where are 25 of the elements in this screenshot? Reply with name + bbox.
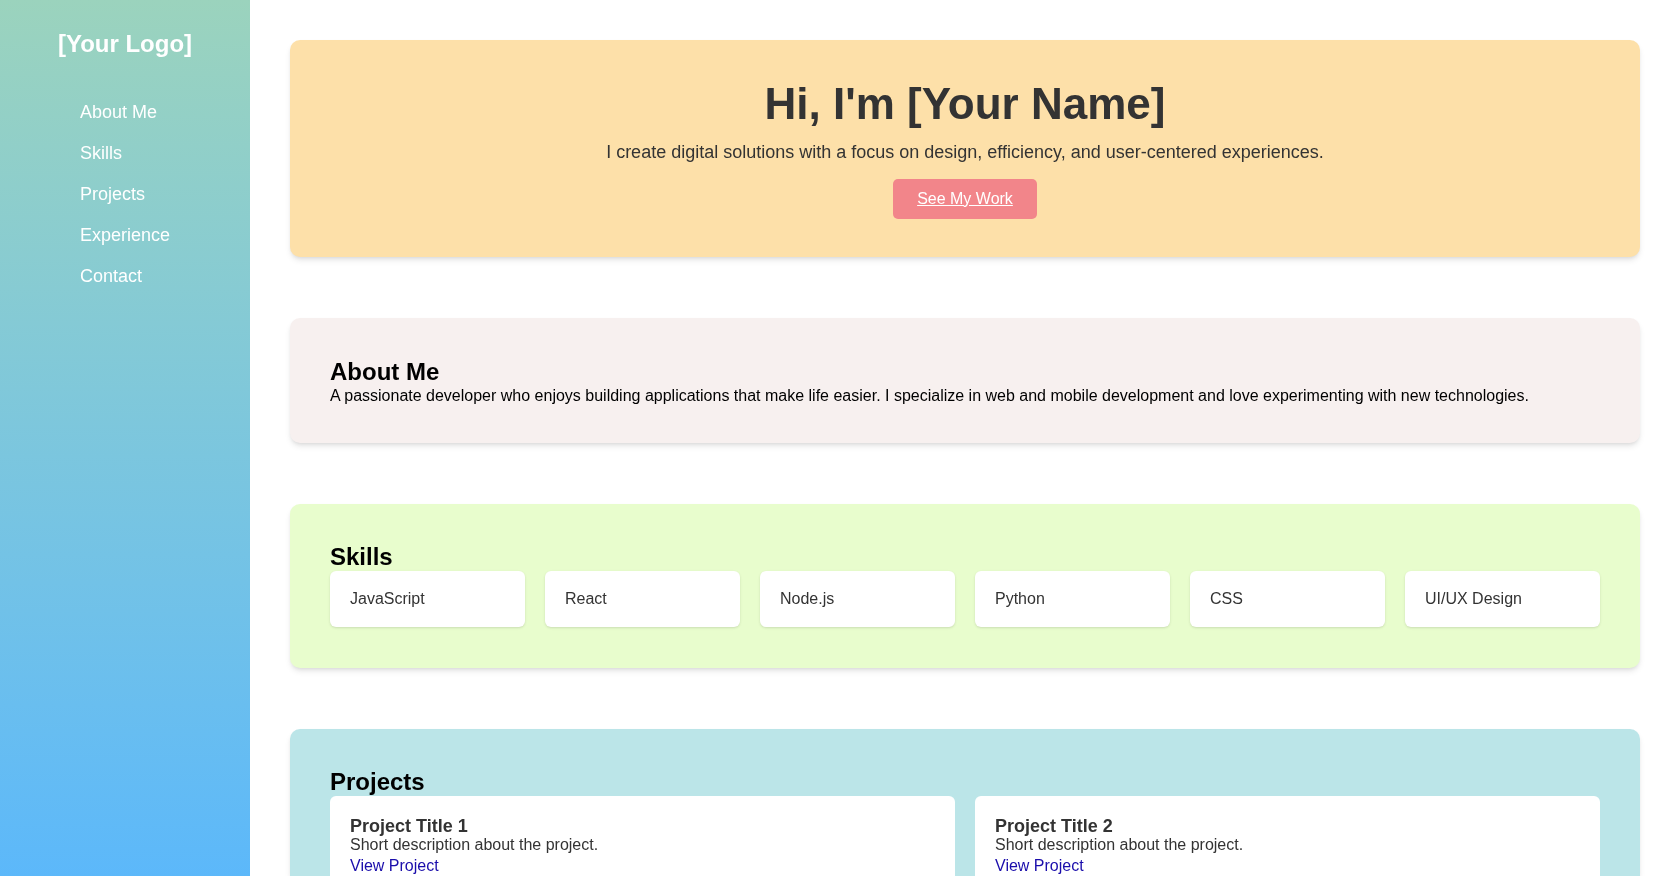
see-work-button[interactable]: See My Work [893, 179, 1037, 219]
skill-tag: Node.js [760, 570, 955, 627]
nav-link[interactable]: Experience [80, 223, 171, 247]
skill-tag: React [545, 570, 740, 627]
skill-tag: UI/UX Design [1405, 570, 1600, 627]
nav-link[interactable]: Skills [80, 141, 122, 165]
section-title: Projects [330, 768, 426, 796]
hero-title: Hi, I'm [Your Name] [764, 78, 1166, 130]
project-link[interactable]: View Project [995, 857, 1084, 874]
project-title: Project Title 2 [995, 816, 1114, 836]
hero-subtitle: I create digital solutions with a focus on design, efficiency, and user-centered experiences. [606, 141, 1324, 164]
logo-text: [Your Logo] [57, 29, 193, 59]
section-title: About Me [330, 358, 441, 387]
about-text: A passionate developer who enjoys building applications that make life easier. I specialize in web and mobile development and love experimenting with new technologies. [330, 386, 1530, 407]
project-link[interactable]: View Project [350, 857, 439, 874]
project-title: Project Title 1 [350, 816, 469, 836]
section-title: Skills [330, 542, 394, 571]
nav-link[interactable]: Contact [80, 264, 143, 288]
skill-tag: Python [975, 570, 1170, 627]
skill-tag: JavaScript [330, 570, 525, 627]
skill-tag: CSS [1190, 570, 1385, 627]
nav-link[interactable]: Projects [80, 182, 146, 206]
project-description: Short description about the project. [995, 836, 1245, 854]
project-description: Short description about the project. [350, 836, 600, 854]
nav-link[interactable]: About Me [80, 100, 158, 124]
